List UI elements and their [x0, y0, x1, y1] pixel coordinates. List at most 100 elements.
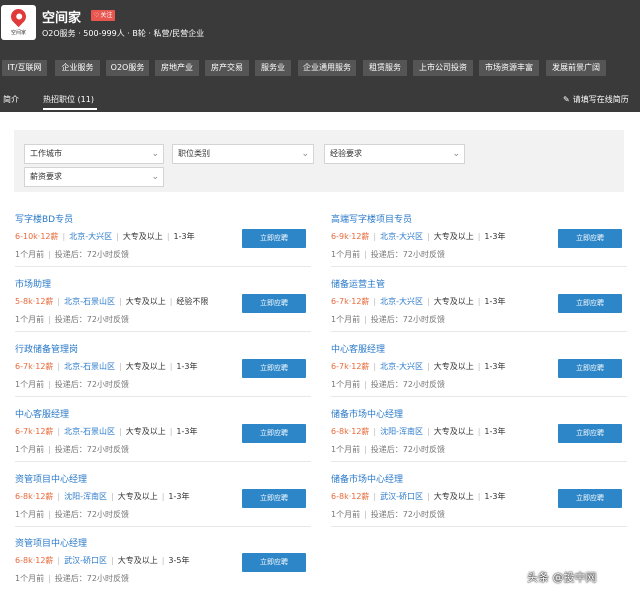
apply-button[interactable]: 立即应聘 [242, 553, 306, 572]
divider [331, 396, 627, 397]
job-salary: 6-7k·12薪 [15, 427, 54, 436]
job-posted: 1个月前 [331, 510, 361, 519]
filter-panel: 工作城市 ⌄ 职位类别 ⌄ 经验要求 ⌄ 薪资要求 ⌄ [14, 130, 624, 192]
apply-button[interactable]: 立即应聘 [558, 359, 622, 378]
apply-button[interactable]: 立即应聘 [242, 489, 306, 508]
job-feedback: 投递后：72小时反馈 [54, 445, 129, 454]
job-experience: 1-3年 [173, 232, 195, 241]
job-meta: 6-10k·12薪 | 北京-大兴区 | 大专及以上 | 1-3年 [15, 231, 195, 242]
job-location[interactable]: 沈阳-浑南区 [64, 492, 107, 501]
job-card[interactable]: 中心客服经理 6-7k·12薪 | 北京-石景山区 | 大专及以上 | 1-3年 1个月前 | 投递… [15, 407, 311, 467]
company-logo: 空间家 [1, 5, 36, 40]
location-pin-icon [7, 5, 30, 28]
apply-button[interactable]: 立即应聘 [558, 294, 622, 313]
separator: | [477, 232, 481, 241]
salary-select-label: 薪资要求 [30, 172, 62, 181]
separator: | [48, 574, 51, 583]
job-location[interactable]: 武汉-硚口区 [64, 556, 107, 565]
job-salary: 6-10k·12薪 [15, 232, 59, 241]
separator: | [373, 232, 377, 241]
salary-select[interactable]: 薪资要求 ⌄ [24, 167, 164, 187]
job-title[interactable]: 中心客服经理 [15, 407, 69, 420]
job-location[interactable]: 北京-石景山区 [64, 362, 115, 371]
separator: | [427, 427, 430, 436]
divider [15, 266, 311, 267]
job-title[interactable]: 资管项目中心经理 [15, 472, 87, 485]
job-title[interactable]: 市场助理 [15, 277, 51, 290]
job-location[interactable]: 北京-石景山区 [64, 427, 115, 436]
online-resume-link[interactable]: ✎ 请填写在线简历 [563, 94, 629, 105]
heart-icon: ♡ [94, 12, 100, 19]
tag: 企业通用服务 [298, 60, 356, 76]
apply-button[interactable]: 立即应聘 [242, 359, 306, 378]
job-footer: 1个月前 | 投递后：72小时反馈 [331, 509, 445, 520]
job-location[interactable]: 北京-大兴区 [380, 232, 423, 241]
job-location[interactable]: 北京-大兴区 [69, 232, 112, 241]
job-location[interactable]: 北京-大兴区 [380, 297, 423, 306]
job-education: 大专及以上 [125, 362, 166, 371]
apply-button[interactable]: 立即应聘 [558, 424, 622, 443]
job-feedback: 投递后：72小时反馈 [54, 510, 129, 519]
job-meta: 5-8k·12薪 | 北京-石景山区 | 大专及以上 | 经验不限 [15, 296, 208, 307]
job-card[interactable]: 行政储备管理岗 6-7k·12薪 | 北京-石景山区 | 大专及以上 | 1-3年 1个月前 | 投… [15, 342, 311, 402]
job-card[interactable]: 储备运营主管 6-7k·12薪 | 北京-大兴区 | 大专及以上 | 1-3年 1个月前 | 投递后… [331, 277, 627, 337]
job-salary: 5-8k·12薪 [15, 297, 54, 306]
job-feedback: 投递后：72小时反馈 [54, 380, 129, 389]
follow-button[interactable]: ♡关注 [91, 10, 116, 21]
job-card[interactable]: 储备市场中心经理 6-8k·12薪 | 沈阳-浑南区 | 大专及以上 | 1-3年 1个月前 | 投… [331, 407, 627, 467]
job-card[interactable]: 市场助理 5-8k·12薪 | 北京-石景山区 | 大专及以上 | 经验不限 1个月前 | 投递后：… [15, 277, 311, 337]
city-select[interactable]: 工作城市 ⌄ [24, 144, 164, 164]
job-title[interactable]: 资管项目中心经理 [15, 536, 87, 549]
separator: | [161, 492, 165, 501]
separator: | [48, 250, 51, 259]
job-card[interactable]: 中心客服经理 6-7k·12薪 | 北京-大兴区 | 大专及以上 | 1-3年 1个月前 | 投递后… [331, 342, 627, 402]
job-meta: 6-8k·12薪 | 沈阳-浑南区 | 大专及以上 | 1-3年 [331, 426, 506, 437]
job-title[interactable]: 行政储备管理岗 [15, 342, 78, 355]
tab-hot-jobs[interactable]: 热招职位 (11) [43, 94, 94, 105]
job-title[interactable]: 写字楼BD专员 [15, 212, 73, 225]
apply-button[interactable]: 立即应聘 [242, 229, 306, 248]
job-title[interactable]: 高端写字楼项目专员 [331, 212, 412, 225]
job-location[interactable]: 武汉-硚口区 [380, 492, 423, 501]
job-feedback: 投递后：72小时反馈 [370, 510, 445, 519]
job-salary: 6-7k·12薪 [331, 297, 370, 306]
company-tags: IT/互联网 企业服务 O2O服务 房地产业 房产交易 服务业 企业通用服务 租… [2, 60, 638, 76]
job-education: 大专及以上 [433, 492, 474, 501]
apply-button[interactable]: 立即应聘 [558, 229, 622, 248]
job-education: 大专及以上 [433, 362, 474, 371]
job-title[interactable]: 中心客服经理 [331, 342, 385, 355]
job-title[interactable]: 储备市场中心经理 [331, 472, 403, 485]
tag: O2O服务 [106, 60, 149, 76]
separator: | [427, 297, 430, 306]
active-tab-indicator [43, 108, 97, 110]
separator: | [427, 492, 430, 501]
separator: | [364, 250, 367, 259]
apply-button[interactable]: 立即应聘 [242, 294, 306, 313]
job-education: 大专及以上 [117, 556, 158, 565]
tag: 房地产业 [155, 60, 199, 76]
separator: | [364, 315, 367, 324]
separator: | [477, 297, 481, 306]
job-title[interactable]: 储备市场中心经理 [331, 407, 403, 420]
job-card[interactable]: 写字楼BD专员 6-10k·12薪 | 北京-大兴区 | 大专及以上 | 1-3年 1个月前 | 投… [15, 212, 311, 272]
experience-select[interactable]: 经验要求 ⌄ [324, 144, 465, 164]
separator: | [48, 510, 51, 519]
apply-button[interactable]: 立即应聘 [242, 424, 306, 443]
job-location[interactable]: 沈阳-浑南区 [380, 427, 423, 436]
job-feedback: 投递后：72小时反馈 [370, 315, 445, 324]
job-card[interactable]: 资管项目中心经理 6-8k·12薪 | 武汉-硚口区 | 大专及以上 | 3-5年 1个月前 | 投… [15, 536, 311, 596]
separator: | [373, 297, 377, 306]
job-meta: 6-9k·12薪 | 北京-大兴区 | 大专及以上 | 1-3年 [331, 231, 506, 242]
separator: | [57, 362, 61, 371]
job-card[interactable]: 储备市场中心经理 6-8k·12薪 | 武汉-硚口区 | 大专及以上 | 1-3年 1个月前 | 投… [331, 472, 627, 532]
job-card[interactable]: 资管项目中心经理 6-8k·12薪 | 沈阳-浑南区 | 大专及以上 | 1-3年 1个月前 | 投… [15, 472, 311, 532]
job-location[interactable]: 北京-石景山区 [64, 297, 115, 306]
tab-intro[interactable]: 简介 [3, 94, 19, 105]
job-feedback: 投递后：72小时反馈 [370, 445, 445, 454]
separator: | [119, 427, 122, 436]
job-location[interactable]: 北京-大兴区 [380, 362, 423, 371]
apply-button[interactable]: 立即应聘 [558, 489, 622, 508]
category-select[interactable]: 职位类别 ⌄ [172, 144, 314, 164]
job-card[interactable]: 高端写字楼项目专员 6-9k·12薪 | 北京-大兴区 | 大专及以上 | 1-3年 1个月前 |… [331, 212, 627, 272]
job-title[interactable]: 储备运营主管 [331, 277, 385, 290]
